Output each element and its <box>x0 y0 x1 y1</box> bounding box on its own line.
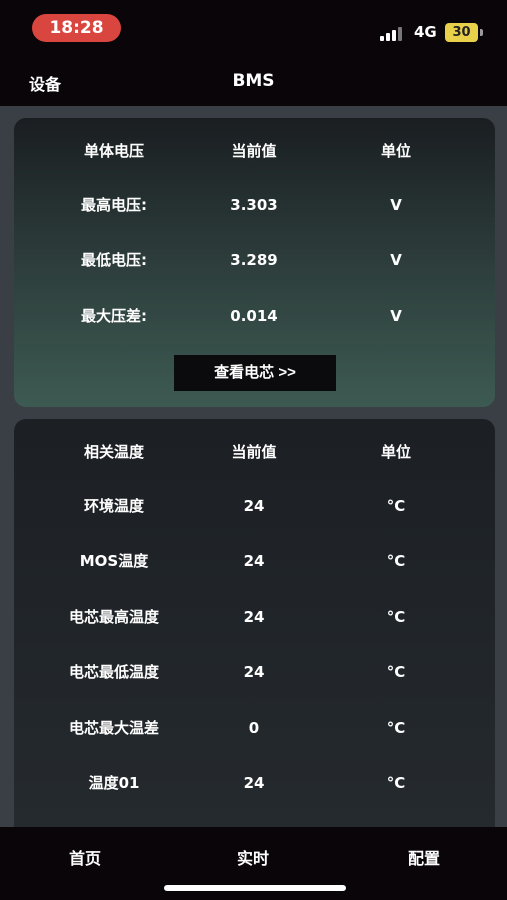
voltage-row-min: 最低电压: 3.289 V <box>14 248 495 272</box>
view-cells-button[interactable]: 查看电芯 >> <box>174 355 336 391</box>
voltage-header-row: 单体电压 当前值 单位 <box>14 139 495 163</box>
row-label: 温度01 <box>88 774 140 792</box>
page-title: BMS <box>232 71 275 91</box>
row-unit: V <box>390 307 402 325</box>
temperature-row-mos: MOS温度 24 °C <box>14 549 495 573</box>
temperature-row-ambient: 环境温度 24 °C <box>14 494 495 518</box>
signal-bars-icon <box>380 25 406 41</box>
row-label: 电芯最低温度 <box>68 663 159 681</box>
voltage-row-diff: 最大压差: 0.014 V <box>14 304 495 328</box>
battery-tip <box>480 29 483 36</box>
row-value: 3.289 <box>230 251 278 269</box>
row-label: 最低电压: <box>81 251 147 269</box>
tab-home[interactable]: 首页 <box>35 845 135 869</box>
row-value: 24 <box>243 608 265 626</box>
row-label: 最高电压: <box>81 196 147 214</box>
row-unit: °C <box>386 552 406 570</box>
temperature-row-sensor-01: 温度01 24 °C <box>14 771 495 795</box>
temperature-row-cell-max: 电芯最高温度 24 °C <box>14 605 495 629</box>
row-label: MOS温度 <box>79 552 149 570</box>
voltage-card: 单体电压 当前值 单位 最高电压: 3.303 V 最低电压: 3.289 V … <box>14 118 495 407</box>
app-screen: 18:28 4G 30 设备 BMS 单体电压 当前值 单位 最高电压: 3.3… <box>0 0 507 900</box>
row-unit: °C <box>386 663 406 681</box>
temperature-header-row: 相关温度 当前值 单位 <box>14 440 495 464</box>
status-time: 18:28 <box>32 14 121 42</box>
row-value: 0.014 <box>230 307 278 325</box>
tab-bar: 首页 实时 配置 <box>0 827 507 900</box>
temperature-header-unit: 单位 <box>380 443 411 461</box>
tab-realtime[interactable]: 实时 <box>203 845 303 869</box>
row-label: 电芯最高温度 <box>68 608 159 626</box>
navigation-bar: 设备 BMS <box>0 58 507 106</box>
home-indicator[interactable] <box>164 885 346 891</box>
row-value: 3.303 <box>230 196 278 214</box>
row-unit: °C <box>386 719 406 737</box>
row-value: 24 <box>243 497 265 515</box>
row-label: 环境温度 <box>83 497 144 515</box>
temperature-header-value: 当前值 <box>231 443 277 461</box>
voltage-row-max: 最高电压: 3.303 V <box>14 193 495 217</box>
voltage-header-unit: 单位 <box>380 142 411 160</box>
network-type: 4G <box>414 23 437 41</box>
row-unit: °C <box>386 774 406 792</box>
temperature-card: 相关温度 当前值 单位 环境温度 24 °C MOS温度 24 °C 电芯最高温… <box>14 419 495 839</box>
temperature-row-cell-diff: 电芯最大温差 0 °C <box>14 716 495 740</box>
status-bar: 18:28 4G 30 <box>0 0 507 58</box>
voltage-header-name: 单体电压 <box>83 142 144 160</box>
temperature-header-name: 相关温度 <box>83 443 144 461</box>
battery-icon: 30 <box>445 23 478 42</box>
row-label: 电芯最大温差 <box>68 719 159 737</box>
row-value: 24 <box>243 774 265 792</box>
row-unit: V <box>390 251 402 269</box>
row-value: 24 <box>243 663 265 681</box>
row-value: 0 <box>248 719 260 737</box>
row-unit: V <box>390 196 402 214</box>
row-value: 24 <box>243 552 265 570</box>
voltage-header-value: 当前值 <box>231 142 277 160</box>
tab-config[interactable]: 配置 <box>374 845 474 869</box>
temperature-row-cell-min: 电芯最低温度 24 °C <box>14 660 495 684</box>
row-unit: °C <box>386 497 406 515</box>
row-unit: °C <box>386 608 406 626</box>
row-label: 最大压差: <box>81 307 147 325</box>
